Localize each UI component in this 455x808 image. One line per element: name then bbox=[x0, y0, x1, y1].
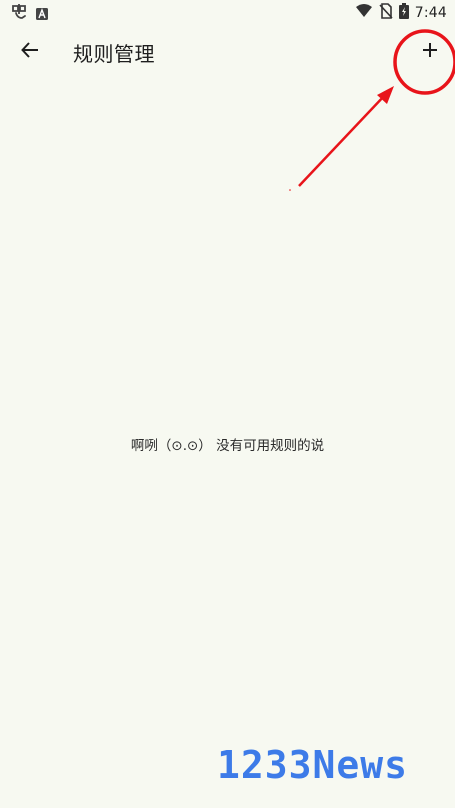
plus-icon bbox=[421, 41, 439, 63]
annotation-overlay bbox=[289, 29, 455, 191]
page-title: 规则管理 bbox=[73, 42, 155, 66]
watermark-logo: 1233News bbox=[217, 740, 449, 790]
annotation-dot bbox=[289, 189, 291, 191]
annotation-arrow-line bbox=[298, 94, 386, 187]
battery-charging-icon bbox=[398, 3, 409, 23]
status-bar-right: 7:44 bbox=[355, 3, 447, 23]
watermark-text: 1233News bbox=[217, 743, 408, 786]
no-sim-icon bbox=[379, 3, 393, 23]
empty-state-message: 啊咧（⊙.⊙） 没有可用规则的说 bbox=[130, 438, 325, 454]
app-notification-icon bbox=[10, 3, 28, 25]
status-bar-left bbox=[10, 3, 48, 25]
status-time: 7:44 bbox=[414, 5, 447, 21]
add-rule-button[interactable] bbox=[408, 30, 452, 74]
annotation-arrowhead bbox=[377, 86, 394, 104]
wifi-icon bbox=[355, 3, 373, 23]
a-badge-icon bbox=[36, 5, 48, 24]
app-bar: 规则管理 bbox=[0, 26, 455, 82]
status-bar: 7:44 bbox=[0, 0, 455, 26]
back-button[interactable] bbox=[10, 32, 50, 72]
arrow-left-icon bbox=[20, 40, 40, 64]
